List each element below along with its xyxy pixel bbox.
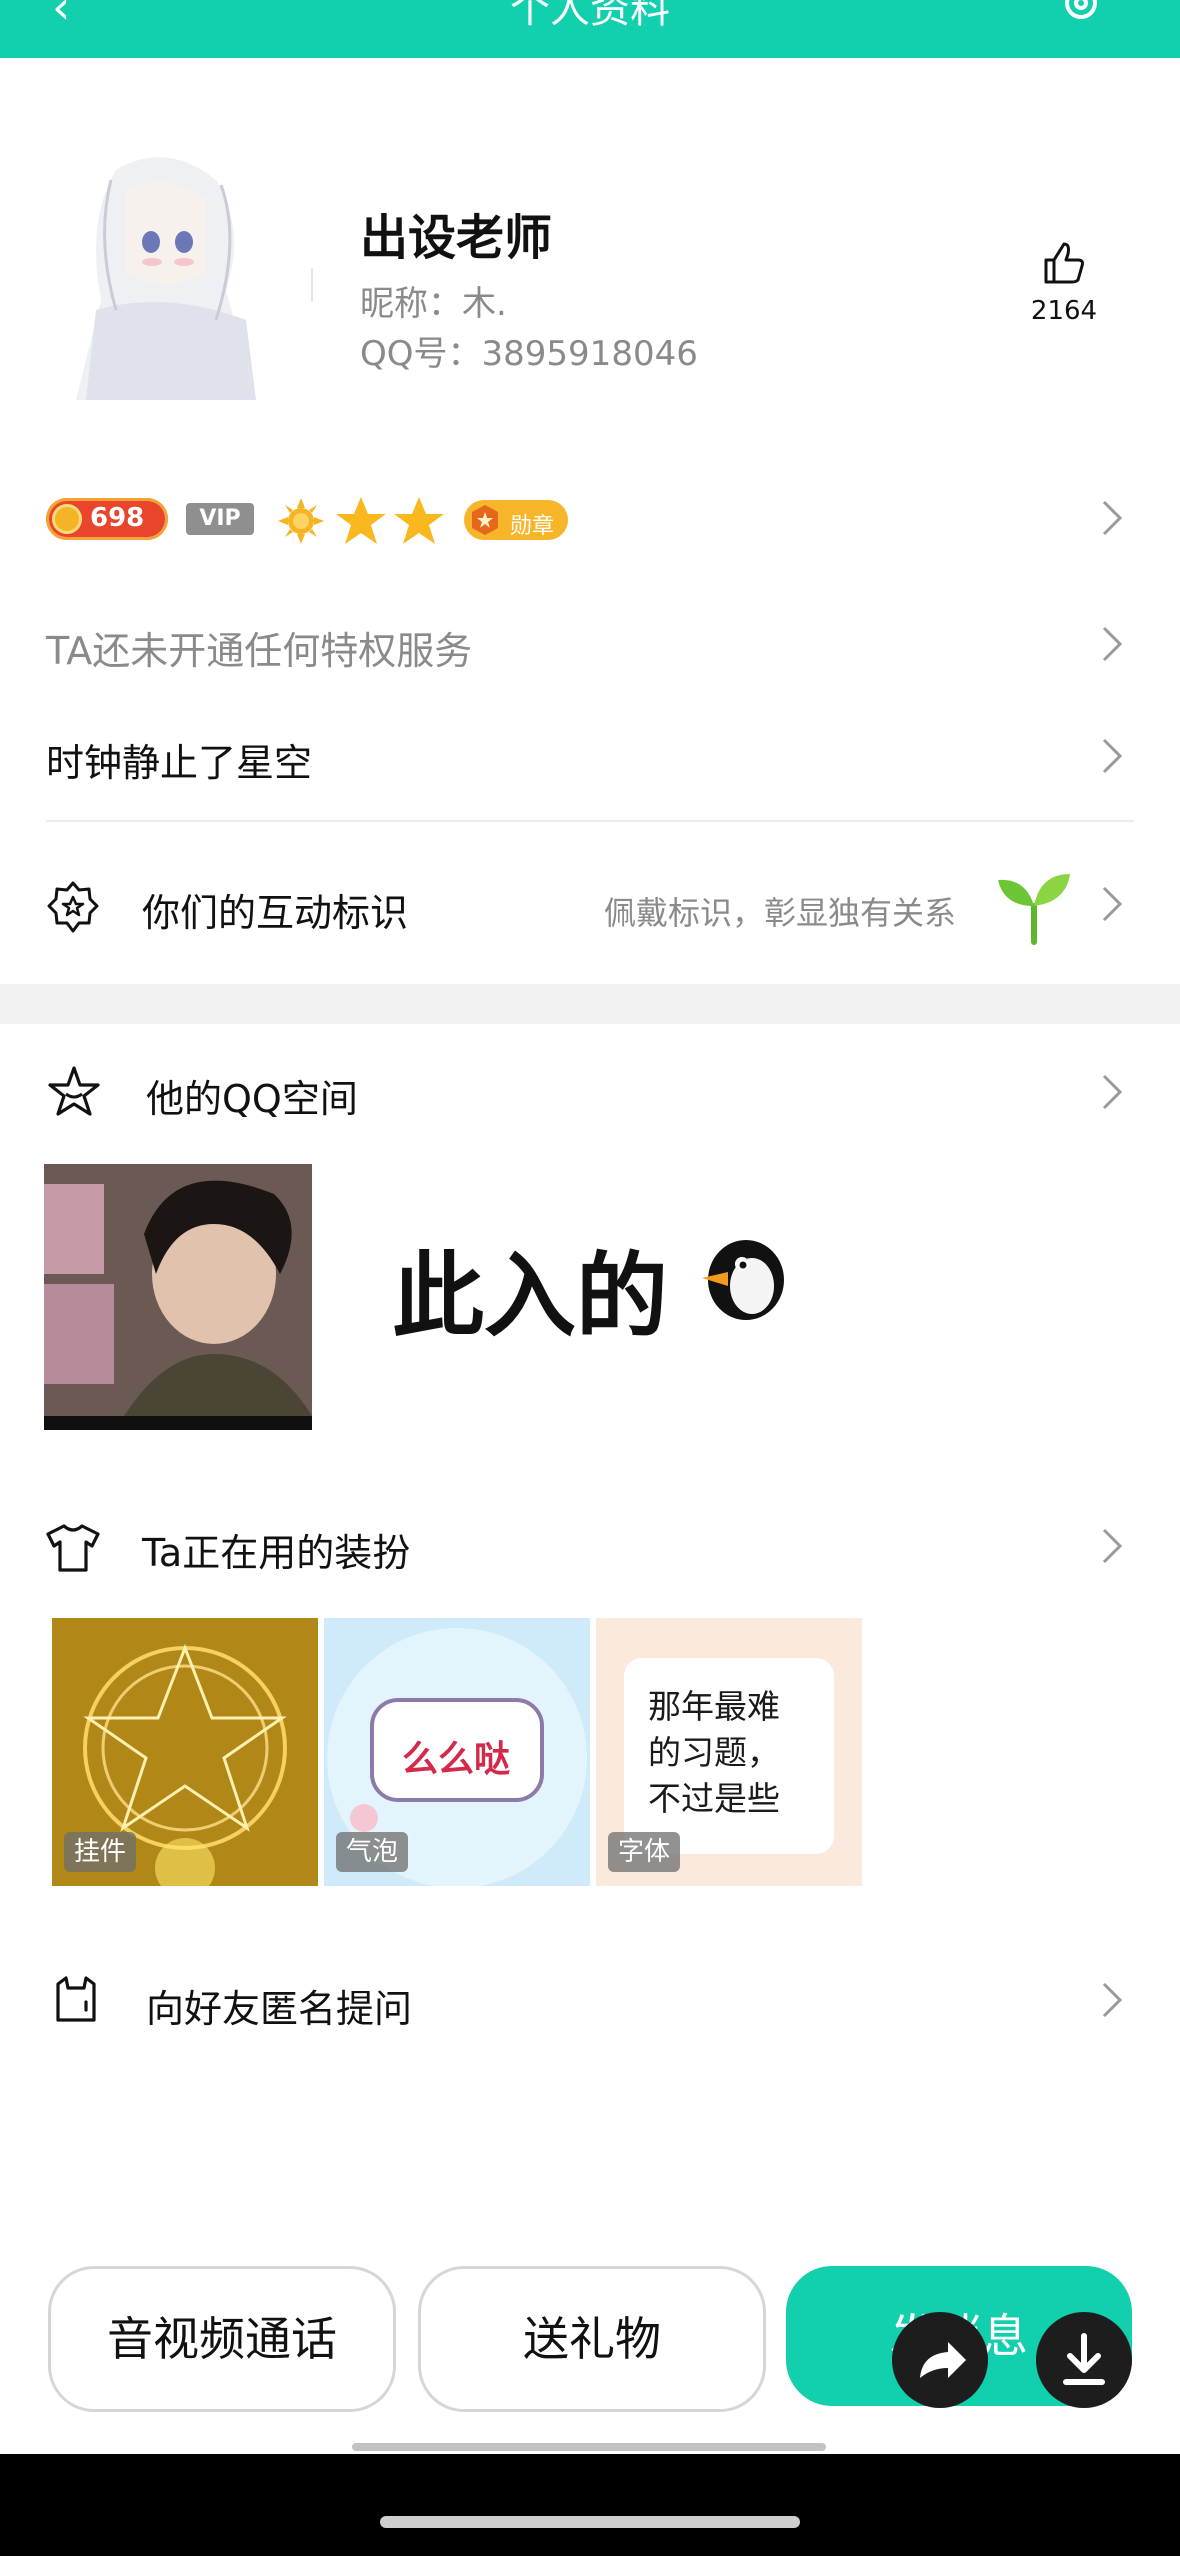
personal-signature[interactable]: 时钟静止了星空: [46, 732, 312, 787]
chevron-right-icon[interactable]: [1098, 884, 1126, 924]
dressup-pendant-tile[interactable]: 挂件: [52, 1618, 318, 1886]
tshirt-icon: [44, 1520, 102, 1576]
font-sample-line: 的习题，: [648, 1733, 780, 1772]
anonymous-question-icon: [52, 1974, 100, 2024]
qzone-post-text: 此入的: [392, 1243, 669, 1350]
coin-icon: [52, 504, 82, 534]
medal-label: 勋章: [510, 514, 555, 539]
profile-qq-number: QQ号：3895918046: [360, 334, 698, 374]
interaction-mark-icon: [46, 880, 100, 934]
bubble-sample-text: 么么哒: [402, 1739, 511, 1780]
penguin-emoji-icon: [694, 1228, 792, 1326]
divider: [46, 820, 1134, 822]
chevron-right-icon[interactable]: [1098, 1526, 1126, 1566]
interaction-mark-label[interactable]: 你们的互动标识: [142, 882, 408, 937]
privilege-status[interactable]: TA还未开通任何特权服务: [46, 620, 472, 675]
thumbs-up-icon[interactable]: [1038, 238, 1088, 288]
chevron-right-icon[interactable]: [1098, 1072, 1126, 1112]
dressup-bubble-tile[interactable]: 么么哒 气泡: [324, 1618, 590, 1886]
medal-icon: [468, 503, 502, 537]
chevron-right-icon[interactable]: [1098, 736, 1126, 776]
section-separator: [0, 984, 1180, 1024]
profile-name: 出设老师: [360, 210, 553, 266]
star-level-icon: [392, 494, 446, 548]
top-bar: ‹ 个人资料: [0, 0, 1180, 58]
qzone-label[interactable]: 他的QQ空间: [146, 1068, 358, 1123]
download-fab[interactable]: [1036, 2312, 1132, 2408]
system-bar: [0, 2454, 1180, 2556]
scroll-indicator: [352, 2443, 826, 2451]
chevron-right-icon[interactable]: [1098, 498, 1126, 538]
qzone-star-icon: [46, 1064, 102, 1120]
coin-level: 698: [90, 503, 145, 533]
vip-badge[interactable]: VIP: [186, 503, 254, 535]
sprout-icon: [994, 866, 1074, 946]
av-call-button[interactable]: 音视频通话: [48, 2266, 396, 2412]
profile-nickname: 昵称：木.: [360, 284, 507, 324]
anonymous-question-label[interactable]: 向好友匿名提问: [146, 1978, 412, 2033]
coin-level-badge[interactable]: 698: [46, 498, 168, 540]
dressup-font-tile[interactable]: 那年最难 的习题， 不过是些 字体: [596, 1618, 862, 1886]
font-sample-line: 那年最难: [648, 1687, 780, 1726]
interaction-mark-hint: 佩戴标识，彰显独有关系: [604, 894, 957, 932]
font-sample-line: 不过是些: [648, 1779, 780, 1818]
chevron-right-icon[interactable]: [1098, 1980, 1126, 2020]
dressup-tag: 字体: [608, 1832, 681, 1872]
chevron-right-icon[interactable]: [1098, 624, 1126, 664]
share-fab[interactable]: [892, 2312, 988, 2408]
like-count: 2164: [1030, 296, 1098, 326]
font-sample-text: 那年最难 的习题， 不过是些: [648, 1684, 780, 1822]
dressup-tag: 气泡: [336, 1832, 409, 1872]
sun-level-icon: [276, 496, 326, 546]
dressup-tag: 挂件: [64, 1832, 137, 1872]
page-title: 个人资料: [510, 0, 670, 32]
gear-icon[interactable]: [1060, 0, 1102, 24]
home-indicator[interactable]: [380, 2516, 800, 2528]
avatar-divider: [311, 268, 313, 302]
dressup-label[interactable]: Ta正在用的装扮: [142, 1522, 410, 1577]
send-gift-button[interactable]: 送礼物: [418, 2266, 766, 2412]
star-level-icon: [334, 494, 388, 548]
avatar[interactable]: [56, 150, 276, 420]
medal-badge[interactable]: 勋章: [464, 500, 568, 540]
qzone-post-photo[interactable]: [44, 1164, 312, 1430]
